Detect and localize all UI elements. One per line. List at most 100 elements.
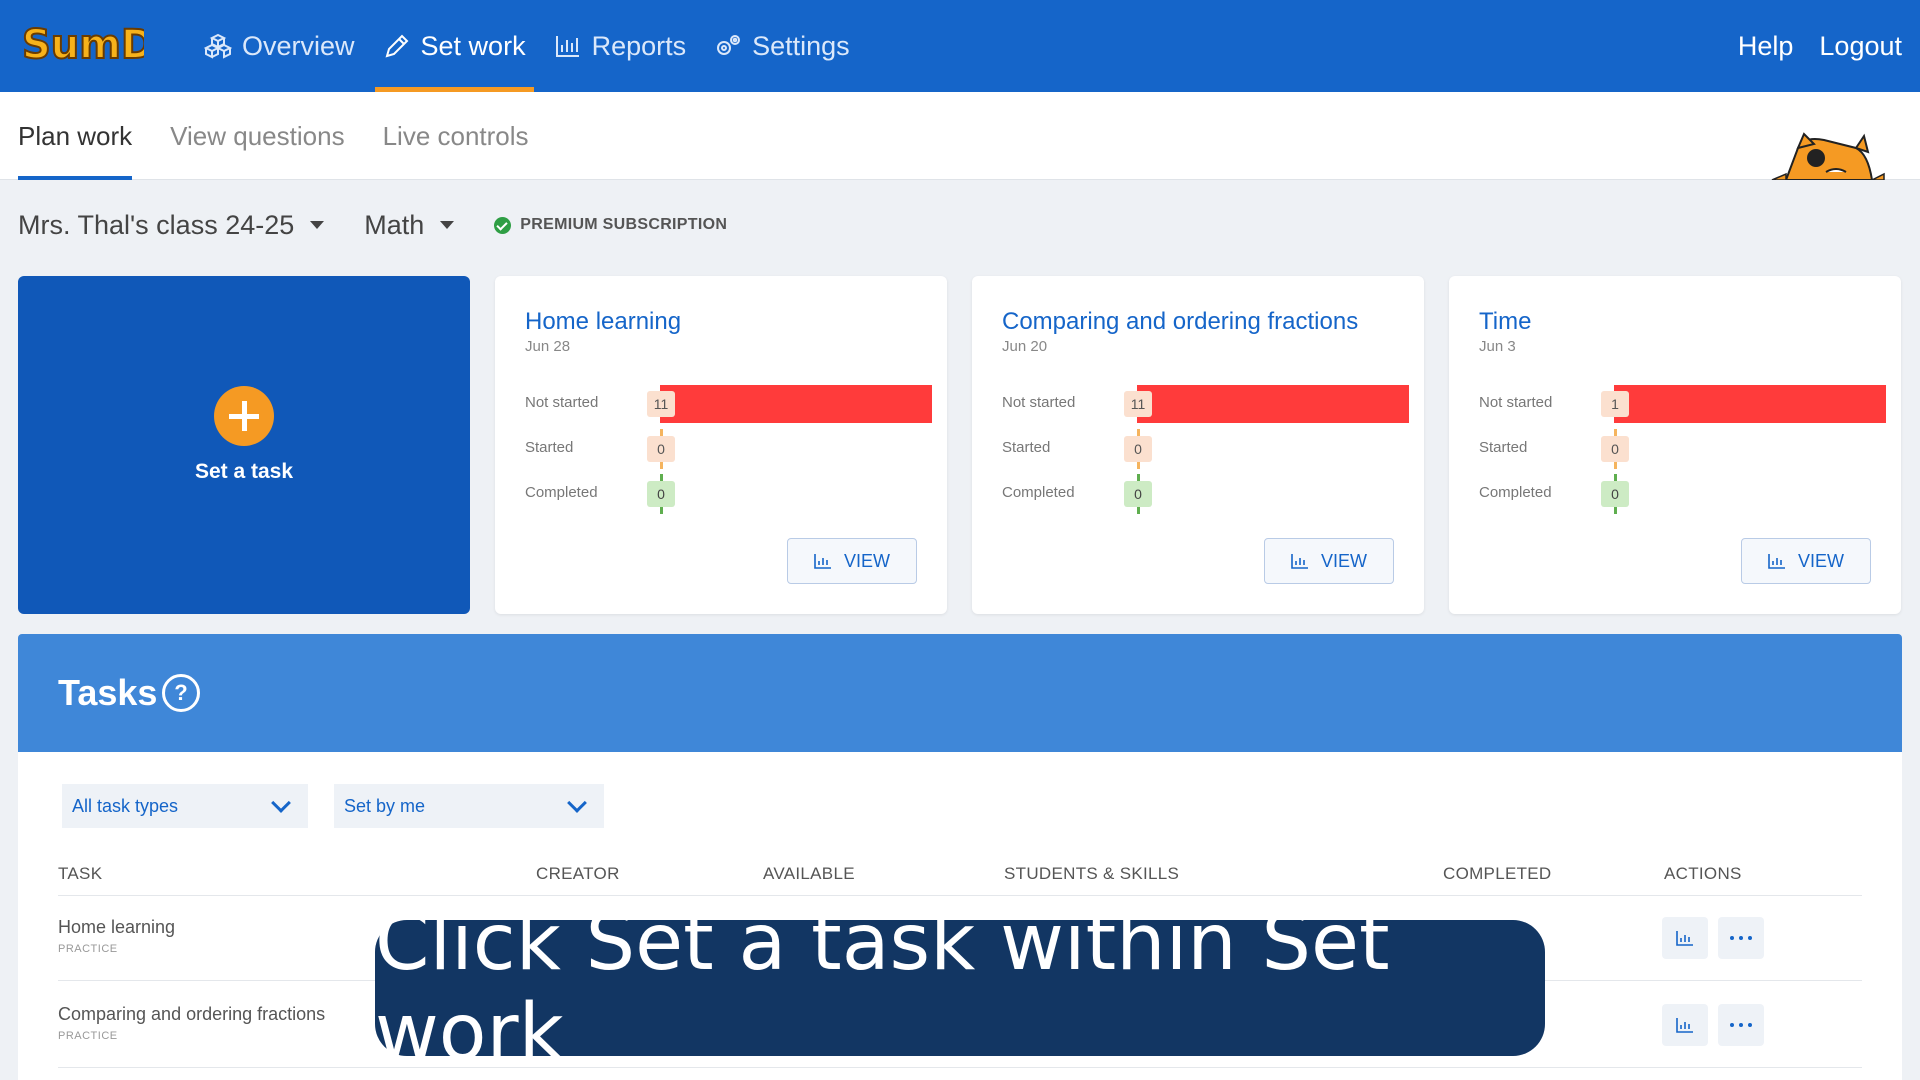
status-row-completed: Completed 0 (1479, 474, 1879, 514)
tab-live-controls[interactable]: Live controls (383, 92, 529, 180)
not-started-count: 11 (1124, 391, 1152, 417)
completed-count: 0 (1601, 481, 1629, 507)
help-link[interactable]: Help (1738, 31, 1794, 62)
view-button[interactable]: VIEW (787, 538, 917, 584)
status-row-completed: Completed 0 (1002, 474, 1402, 514)
mascot-icon (1771, 132, 1885, 180)
top-navigation-bar: SumDog Overview Set work Reports Setting… (0, 0, 1920, 92)
status-label: Not started (525, 394, 599, 411)
status-row-started: Started 0 (1479, 429, 1879, 469)
bar-chart-icon (555, 36, 579, 57)
column-header-actions: ACTIONS (1664, 864, 1742, 883)
premium-badge: PREMIUM SUBSCRIPTION (494, 216, 727, 234)
column-header-creator[interactable]: CREATOR (536, 864, 620, 884)
bar-chart-icon (1768, 554, 1785, 569)
started-count: 0 (1124, 436, 1152, 462)
set-a-task-card[interactable]: Set a task (18, 276, 470, 614)
task-name[interactable]: Comparing and ordering fractions (58, 1004, 325, 1025)
view-label: VIEW (1797, 550, 1844, 571)
view-button[interactable]: VIEW (1264, 538, 1394, 584)
status-row-completed: Completed 0 (525, 474, 925, 514)
view-label: VIEW (843, 550, 890, 571)
class-selector[interactable]: Mrs. Thal's class 24-25 (18, 209, 325, 241)
ellipsis-icon (1730, 936, 1752, 940)
caret-down-icon (310, 221, 325, 229)
sumdog-logo[interactable]: SumDog (18, 14, 144, 72)
chevron-down-icon (567, 793, 587, 813)
status-label: Not started (1002, 394, 1076, 411)
nav-label: Reports (591, 30, 687, 61)
status-label: Started (1479, 439, 1528, 456)
status-row-started: Started 0 (525, 429, 925, 469)
task-type-filter-value: All task types (72, 795, 179, 816)
status-row-not-started: Not started 11 (1002, 384, 1409, 424)
tab-plan-work[interactable]: Plan work (18, 92, 133, 180)
task-card: Home learning Jun 28 Not started 11 Star… (495, 276, 947, 614)
ellipsis-icon (1730, 1023, 1752, 1027)
premium-label: PREMIUM SUBSCRIPTION (520, 216, 728, 233)
class-subject-selectors: Mrs. Thal's class 24-25 Math PREMIUM SUB… (18, 205, 727, 245)
tab-view-questions[interactable]: View questions (170, 92, 344, 180)
task-type-filter[interactable]: All task types (62, 784, 308, 828)
set-a-task-label: Set a task (194, 460, 294, 483)
nav-item-settings[interactable]: Settings (700, 0, 864, 92)
nav-item-set-work[interactable]: Set work (369, 0, 540, 92)
not-started-bar (1137, 385, 1409, 423)
nav-item-reports[interactable]: Reports (540, 0, 701, 92)
not-started-count: 1 (1601, 391, 1629, 417)
gears-icon (717, 35, 741, 55)
task-card: Time Jun 3 Not started 1 Started 0 Compl… (1449, 276, 1901, 614)
set-by-filter[interactable]: Set by me (334, 784, 604, 828)
nav-label: Settings (752, 30, 850, 61)
sub-tab-bar: Plan work View questions Live controls (0, 92, 1920, 180)
status-label: Completed (1479, 484, 1552, 501)
task-card-title[interactable]: Comparing and ordering fractions (1002, 308, 1358, 336)
status-row-not-started: Not started 11 (525, 384, 932, 424)
report-button[interactable] (1662, 1004, 1708, 1046)
tasks-header: Tasks ? (18, 634, 1902, 752)
tasks-title: Tasks (58, 672, 158, 713)
task-card-date: Jun 20 (1002, 338, 1048, 355)
not-started-bar (1614, 385, 1886, 423)
subject-selector[interactable]: Math (364, 209, 455, 241)
completed-count: 0 (647, 481, 675, 507)
status-label: Completed (525, 484, 598, 501)
nav-right: Help Logout (1738, 0, 1902, 92)
more-actions-button[interactable] (1718, 1004, 1764, 1046)
bar-chart-icon (1676, 1018, 1693, 1033)
main-nav: Overview Set work Reports Settings (190, 0, 864, 92)
column-header-available[interactable]: AVAILABLE (763, 864, 855, 884)
pencil-icon (385, 34, 408, 58)
plus-icon (214, 386, 274, 446)
subject-name: Math (364, 209, 425, 240)
more-actions-button[interactable] (1718, 917, 1764, 959)
column-header-task[interactable]: TASK (58, 864, 102, 884)
nav-label: Set work (420, 30, 526, 61)
task-card-title[interactable]: Time (1479, 308, 1531, 336)
class-name: Mrs. Thal's class 24-25 (18, 209, 295, 240)
task-card-date: Jun 28 (525, 338, 571, 355)
column-header-completed[interactable]: COMPLETED (1443, 864, 1552, 884)
svg-text:SumDog: SumDog (22, 22, 144, 68)
status-row-started: Started 0 (1002, 429, 1402, 469)
cubes-icon (204, 33, 232, 59)
help-icon[interactable]: ? (162, 674, 200, 712)
check-circle-icon (494, 216, 512, 234)
started-count: 0 (647, 436, 675, 462)
view-label: VIEW (1320, 550, 1367, 571)
report-button[interactable] (1662, 917, 1708, 959)
completed-count: 0 (1124, 481, 1152, 507)
subtabs: Plan work View questions Live controls (18, 92, 529, 180)
column-header-students-skills[interactable]: STUDENTS & SKILLS (1004, 864, 1179, 884)
view-button[interactable]: VIEW (1741, 538, 1871, 584)
nav-item-overview[interactable]: Overview (190, 0, 369, 92)
task-name[interactable]: Home learning (58, 917, 175, 938)
bar-chart-icon (1291, 554, 1308, 569)
task-type: PRACTICE (58, 943, 118, 955)
status-label: Started (525, 439, 574, 456)
task-card-title[interactable]: Home learning (525, 308, 681, 336)
bar-chart-icon (814, 554, 831, 569)
nav-label: Overview (242, 30, 355, 61)
logout-link[interactable]: Logout (1819, 31, 1902, 62)
caret-down-icon (440, 221, 455, 229)
